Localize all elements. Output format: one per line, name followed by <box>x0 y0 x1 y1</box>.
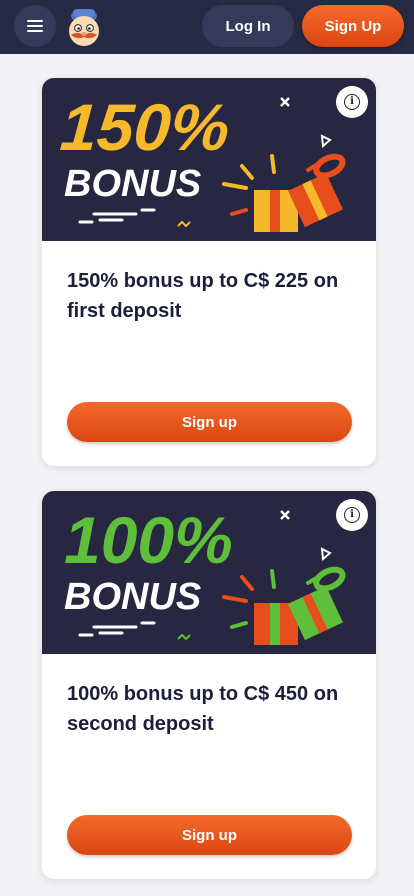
bonus-title: 150% bonus up to C$ 225 on first deposit <box>67 270 339 322</box>
menu-button[interactable] <box>14 5 56 47</box>
banner-bonus-text: BONUS <box>64 576 201 618</box>
bonus-card: 150% BONUS i 150% bonus up to C$ 225 on … <box>42 78 376 466</box>
banner-bonus-text: BONUS <box>64 163 201 205</box>
top-navigation-bar: Log In Sign Up <box>0 0 414 54</box>
info-icon: i <box>344 94 360 110</box>
info-button[interactable]: i <box>336 86 368 118</box>
info-button[interactable]: i <box>336 499 368 531</box>
bonus-signup-button[interactable]: Sign up <box>67 815 352 855</box>
mascot-logo-icon[interactable] <box>64 4 104 48</box>
info-icon: i <box>344 507 360 523</box>
bonus-banner-graphic: 150% BONUS <box>58 91 346 232</box>
login-button[interactable]: Log In <box>202 5 294 47</box>
hamburger-menu-icon <box>27 20 43 32</box>
bonus-card: 100% BONUS i 100% bonus up to C$ 450 on … <box>42 491 376 879</box>
signup-button[interactable]: Sign Up <box>302 5 404 47</box>
banner-percent-text: 100% <box>64 503 233 577</box>
bonus-banner: 100% BONUS i <box>42 491 376 654</box>
banner-percent-text: 150% <box>58 91 232 165</box>
bonus-banner: 150% BONUS i <box>42 78 376 241</box>
bonus-signup-button[interactable]: Sign up <box>67 402 352 442</box>
bonus-title: 100% bonus up to C$ 450 on second deposi… <box>67 683 339 735</box>
bonus-banner-graphic: 100% BONUS <box>64 503 346 645</box>
